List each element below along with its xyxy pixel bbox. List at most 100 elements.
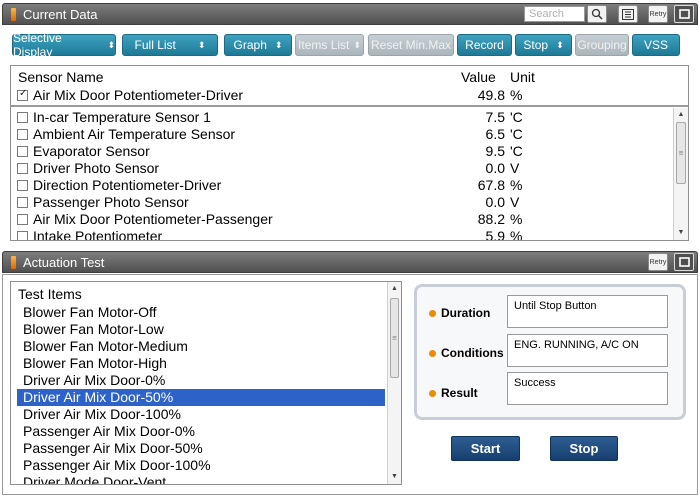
column-value: Value	[461, 69, 496, 85]
scroll-thumb[interactable]: ≡	[676, 122, 686, 184]
retry-icon[interactable]: Retry	[648, 253, 668, 271]
test-items-scrollbar[interactable]: ▲ ≡ ▼	[387, 282, 401, 484]
sensor-name: In-car Temperature Sensor 1	[33, 109, 211, 125]
selective-display-label: Selective Display	[13, 31, 62, 59]
scroll-down-icon[interactable]: ▼	[388, 470, 401, 484]
marker-icon	[11, 256, 16, 269]
list-item[interactable]: Passenger Air Mix Door-0%	[17, 423, 385, 440]
sensor-value: 6.5	[485, 126, 505, 142]
sensor-value: 88.2	[477, 211, 505, 227]
chevron-updown-icon: ⬍	[107, 39, 115, 50]
selective-display-dropdown[interactable]: Selective Display ⬍	[12, 31, 116, 59]
table-row[interactable]: In-car Temperature Sensor 1 7.5 'C	[17, 109, 537, 126]
grip-icon: ≡	[678, 148, 684, 158]
toolbar: Selective Display ⬍ Full List ⬍ Graph ⬍ Ite…	[2, 31, 698, 59]
bullet-icon	[429, 350, 436, 358]
sensor-name: Intake Potentiometer	[33, 228, 163, 240]
scroll-down-icon[interactable]: ▼	[674, 226, 688, 240]
list-item-selected[interactable]: Driver Air Mix Door-50%	[17, 389, 385, 406]
list-item[interactable]: Passenger Air Mix Door-50%	[17, 440, 385, 457]
sensor-unit: %	[510, 228, 523, 240]
sensor-unit: %	[510, 211, 523, 227]
table-row[interactable]: Driver Photo Sensor 0.0 V	[17, 160, 537, 177]
row-checkbox[interactable]	[17, 180, 28, 191]
sensor-scrollbar[interactable]: ▲ ≡ ▼	[673, 108, 688, 240]
sensor-unit: 'C	[510, 109, 523, 125]
table-row[interactable]: Passenger Photo Sensor 0.0 V	[17, 194, 537, 211]
duration-label: Duration	[429, 306, 490, 320]
start-button[interactable]: Start	[451, 436, 520, 461]
table-row[interactable]: Direction Potentiometer-Driver 67.8 %	[17, 177, 537, 194]
bullet-icon	[429, 310, 436, 318]
list-item[interactable]: Passenger Air Mix Door-100%	[17, 457, 385, 474]
sensor-value: 67.8	[477, 177, 505, 193]
sensor-name: Direction Potentiometer-Driver	[33, 177, 222, 193]
sensor-value: 0.0	[485, 160, 505, 176]
sensor-name: Evaporator Sensor	[33, 143, 150, 159]
table-row[interactable]: Ambient Air Temperature Sensor 6.5 'C	[17, 126, 537, 143]
sensor-table: Sensor Name Value Unit Air Mix Door Pote…	[10, 65, 689, 241]
row-checkbox[interactable]	[17, 197, 28, 208]
table-row[interactable]: Intake Potentiometer 5.9 %	[17, 228, 537, 240]
list-item[interactable]: Blower Fan Motor-High	[17, 355, 385, 372]
list-item[interactable]: Blower Fan Motor-Medium	[17, 338, 385, 355]
scroll-up-icon[interactable]: ▲	[388, 282, 401, 296]
full-list-label: Full List	[134, 38, 176, 52]
column-sensor-name: Sensor Name	[18, 69, 104, 85]
retry-icon[interactable]: Retry	[648, 5, 668, 23]
row-checkbox[interactable]	[17, 129, 28, 140]
list-item[interactable]: Blower Fan Motor-Low	[17, 321, 385, 338]
sensor-value: 9.5	[485, 143, 505, 159]
grip-icon: ≡	[392, 333, 397, 343]
sensor-name: Air Mix Door Potentiometer-Driver	[33, 87, 244, 103]
scroll-thumb[interactable]: ≡	[390, 298, 399, 378]
reset-min-max-label: Reset Min.Max	[370, 38, 452, 52]
list-view-icon[interactable]	[618, 5, 638, 23]
sensor-unit: V	[510, 160, 520, 176]
maximize-icon[interactable]	[674, 5, 694, 23]
record-button[interactable]: Record	[457, 34, 512, 56]
chevron-updown-icon: ⬍	[353, 39, 361, 50]
row-checkbox[interactable]	[17, 214, 28, 225]
conditions-label: Conditions	[429, 346, 504, 360]
duration-field: Until Stop Button	[507, 295, 668, 328]
chevron-updown-icon: ⬍	[274, 39, 283, 50]
sensor-value: 0.0	[485, 194, 505, 210]
full-list-dropdown[interactable]: Full List ⬍	[122, 34, 218, 56]
maximize-icon[interactable]	[674, 253, 694, 271]
stop-label: Stop	[523, 38, 549, 52]
items-list-label: Items List	[298, 38, 350, 52]
vss-label: VSS	[643, 38, 668, 52]
scroll-up-icon[interactable]: ▲	[674, 108, 688, 122]
graph-dropdown[interactable]: Graph ⬍	[224, 34, 292, 56]
sensor-name: Air Mix Door Potentiometer-Passenger	[33, 211, 273, 227]
search-input[interactable]: Search	[524, 6, 585, 22]
list-item[interactable]: Driver Air Mix Door-100%	[17, 406, 385, 423]
table-row[interactable]: Air Mix Door Potentiometer-Passenger 88.…	[17, 211, 537, 228]
sensor-name: Passenger Photo Sensor	[33, 194, 189, 210]
table-row[interactable]: Evaporator Sensor 9.5 'C	[17, 143, 537, 160]
stop-button[interactable]: Stop	[550, 436, 618, 461]
row-checkbox[interactable]	[17, 163, 28, 174]
list-item[interactable]: Blower Fan Motor-Off	[17, 304, 385, 321]
conditions-field: ENG. RUNNING, A/C ON	[507, 334, 668, 367]
list-item[interactable]: Driver Air Mix Door-0%	[17, 372, 385, 389]
sensor-unit: %	[510, 177, 523, 193]
sensor-unit: %	[510, 87, 523, 103]
retry-label: Retry	[649, 10, 667, 18]
sensor-unit: 'C	[510, 143, 523, 159]
row-checkbox[interactable]	[17, 146, 28, 157]
row-checkbox[interactable]	[17, 112, 28, 123]
pinned-sensor-row[interactable]: Air Mix Door Potentiometer-Driver 49.8 %	[17, 87, 537, 104]
test-items-list: Test Items Blower Fan Motor-Off Blower F…	[10, 281, 402, 485]
bullet-icon	[429, 390, 436, 398]
list-item[interactable]: Driver Mode Door-Vent	[17, 474, 385, 484]
row-checkbox[interactable]	[17, 231, 28, 240]
pinned-checkbox[interactable]	[17, 88, 28, 101]
reset-min-max-button[interactable]: Reset Min.Max	[368, 34, 454, 56]
stop-dropdown[interactable]: Stop ⬍	[515, 34, 572, 56]
items-list-dropdown[interactable]: Items List ⬍	[295, 34, 364, 56]
search-icon[interactable]	[587, 5, 607, 23]
grouping-button[interactable]: Grouping	[575, 34, 629, 56]
vss-button[interactable]: VSS	[632, 34, 680, 56]
